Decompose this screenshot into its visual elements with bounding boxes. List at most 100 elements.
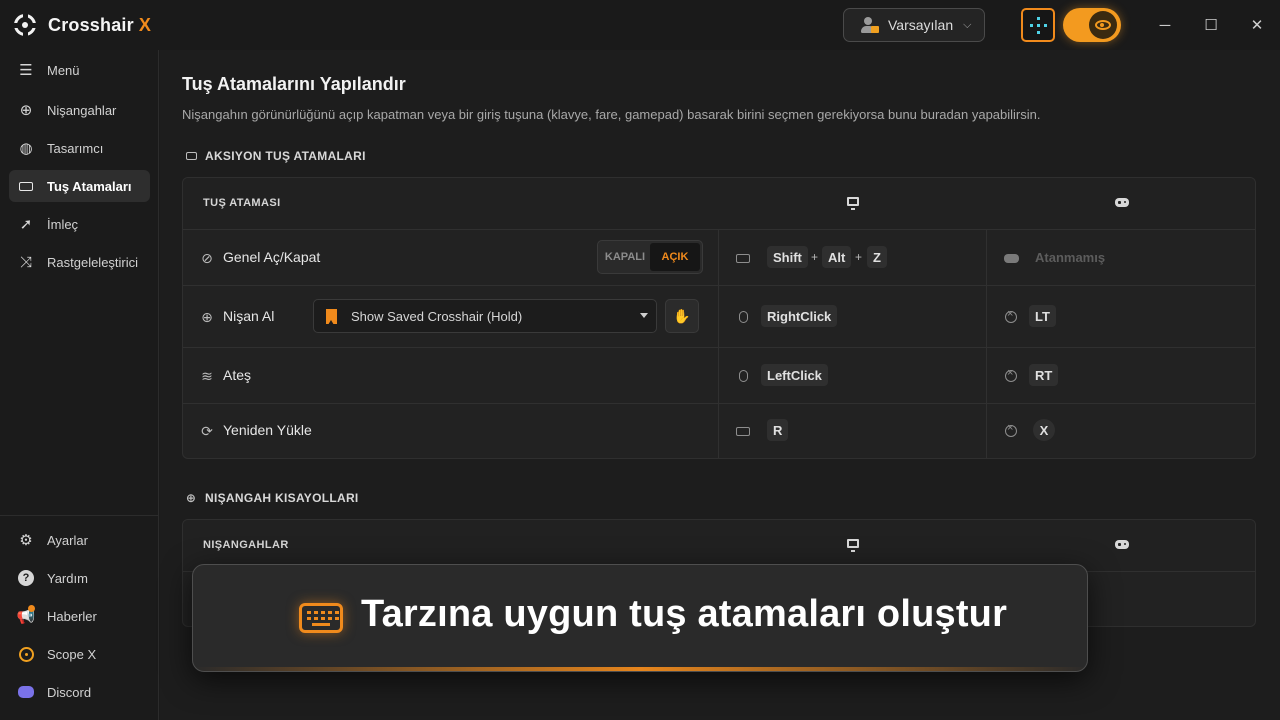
gamepad-icon bbox=[1115, 540, 1129, 549]
keycap[interactable]: Shift bbox=[767, 246, 808, 268]
page-title: Tuş Atamalarını Yapılandır bbox=[182, 74, 406, 94]
help-icon: ? bbox=[17, 569, 35, 587]
title-bar: Crosshair X Varsayılan ⌵ ─ ☐ ✕ bbox=[0, 0, 1280, 50]
column-header-crosshairs: NIŞANGAHLAR bbox=[203, 539, 289, 551]
sidebar-divider bbox=[0, 515, 159, 516]
gear-icon: ⚙ bbox=[19, 532, 33, 549]
user-lock-icon bbox=[860, 16, 879, 34]
scope-icon bbox=[17, 645, 35, 663]
xbox-icon bbox=[1003, 308, 1019, 325]
cursor-icon: ➚ bbox=[19, 216, 33, 233]
profile-label: Varsayılan bbox=[888, 17, 954, 33]
crosshair-icon: ⊕ bbox=[19, 102, 33, 119]
hand-icon: ✋ bbox=[673, 307, 691, 324]
mouse-icon bbox=[735, 368, 751, 384]
banner-glow-line bbox=[193, 667, 1087, 671]
notification-dot bbox=[28, 605, 35, 612]
keycap[interactable]: LeftClick bbox=[761, 364, 828, 386]
sidebar-item-settings[interactable]: ⚙ Ayarlar bbox=[9, 524, 150, 556]
crosshair-preview-button[interactable] bbox=[1021, 8, 1055, 42]
crosshair-visibility-toggle[interactable] bbox=[1063, 8, 1121, 42]
select-value: Show Saved Crosshair (Hold) bbox=[351, 308, 523, 324]
keycap[interactable]: Alt bbox=[822, 246, 852, 268]
discord-icon bbox=[17, 683, 35, 701]
keycap[interactable]: R bbox=[767, 419, 789, 441]
eye-icon bbox=[1095, 20, 1111, 30]
table-row: ⊕ Nişan Al Show Saved Crosshair (Hold) ✋… bbox=[183, 286, 1255, 348]
minimize-icon[interactable]: ─ bbox=[1150, 10, 1180, 40]
close-icon[interactable]: ✕ bbox=[1242, 10, 1272, 40]
bookmark-icon bbox=[326, 308, 337, 325]
toggle-off-button[interactable]: KAPALI bbox=[600, 243, 650, 271]
gamepad-icon bbox=[1003, 250, 1019, 266]
keyboard-icon bbox=[17, 177, 35, 195]
shuffle-icon: ⤨ bbox=[19, 253, 32, 271]
global-toggle-segment: KAPALI AÇIK bbox=[597, 240, 703, 274]
sidebar-item-label: Tuş Atamaları bbox=[47, 178, 132, 194]
reload-icon: ⟳ bbox=[201, 422, 213, 439]
aim-action-select[interactable]: Show Saved Crosshair (Hold) bbox=[313, 299, 657, 333]
mouse-icon bbox=[735, 309, 751, 325]
sidebar-item-label: Nişangahlar bbox=[47, 102, 117, 118]
sidebar-item-label: Discord bbox=[47, 684, 92, 700]
keycap[interactable]: X bbox=[1033, 419, 1055, 441]
page-subtitle: Nişangahın görünürlüğünü açıp kapatman v… bbox=[182, 107, 1041, 122]
sidebar-item-randomizer[interactable]: ⤨ Rastgeleleştirici bbox=[9, 246, 150, 278]
app-title: Crosshair X bbox=[48, 14, 152, 35]
chevron-down-icon: ⌵ bbox=[963, 18, 972, 31]
sidebar-item-label: Tasarımcı bbox=[47, 140, 104, 156]
keyboard-icon bbox=[299, 603, 343, 633]
sidebar-item-help[interactable]: ? Yardım bbox=[9, 562, 150, 594]
sidebar-item-designer[interactable]: ◍ Tasarımcı bbox=[9, 132, 150, 164]
section-heading-crosshair: ⊕ NIŞANGAH KISAYOLLARI bbox=[184, 491, 359, 505]
keyboard-icon bbox=[735, 423, 751, 439]
keyboard-icon bbox=[184, 149, 198, 163]
table-header-row: TUŞ ATAMASI bbox=[183, 178, 1255, 230]
keyboard-icon bbox=[735, 250, 751, 266]
profile-dropdown[interactable]: Varsayılan ⌵ bbox=[843, 8, 985, 42]
row-label: Ateş bbox=[223, 367, 252, 383]
row-label: Yeniden Yükle bbox=[223, 422, 312, 438]
sidebar-item-label: Scope X bbox=[47, 646, 97, 662]
sidebar-item-label: İmleç bbox=[47, 216, 79, 232]
unassigned-label[interactable]: Atanmamış bbox=[1035, 250, 1105, 265]
sidebar-item-keybindings[interactable]: Tuş Atamaları bbox=[9, 170, 150, 202]
keycap[interactable]: RightClick bbox=[761, 305, 838, 327]
hold-mode-button[interactable]: ✋ bbox=[665, 299, 699, 333]
section-heading-action: AKSIYON TUŞ ATAMALARI bbox=[184, 149, 366, 163]
sidebar-item-menu[interactable]: ☰ Menü bbox=[9, 54, 150, 86]
sidebar-item-label: Ayarlar bbox=[47, 532, 88, 548]
sidebar-item-label: Yardım bbox=[47, 570, 88, 586]
crosshair-icon: ⊕ bbox=[201, 308, 213, 325]
row-label: Nişan Al bbox=[223, 308, 275, 324]
sidebar-item-cursor[interactable]: ➚ İmleç bbox=[9, 208, 150, 240]
sidebar-item-crosshairs[interactable]: ⊕ Nişangahlar bbox=[9, 94, 150, 126]
keycap[interactable]: RT bbox=[1029, 364, 1059, 386]
promo-banner: Tarzına uygun tuş atamaları oluştur bbox=[192, 564, 1088, 672]
crosshair-logo-icon bbox=[13, 13, 37, 37]
toggle-knob bbox=[1089, 11, 1117, 39]
keycap[interactable]: LT bbox=[1029, 305, 1056, 327]
caret-down-icon bbox=[640, 313, 648, 318]
row-label: Genel Aç/Kapat bbox=[223, 249, 321, 265]
table-row: ⊘ Genel Aç/Kapat KAPALI AÇIK Shift + Alt… bbox=[183, 230, 1255, 286]
sidebar-item-label: Haberler bbox=[47, 608, 97, 624]
fire-icon: ≋ bbox=[201, 367, 213, 384]
keycap[interactable]: Z bbox=[867, 246, 887, 268]
plus-separator: + bbox=[855, 250, 863, 264]
action-keybind-table: TUŞ ATAMASI ⊘ Genel Aç/Kapat KAPALI AÇIK… bbox=[182, 177, 1256, 459]
sidebar-item-discord[interactable]: Discord bbox=[9, 676, 150, 708]
sidebar-item-label: Menü bbox=[47, 62, 80, 78]
monitor-icon bbox=[847, 197, 859, 210]
crosshair-icon: ⊕ bbox=[185, 491, 197, 505]
sidebar-item-scope-x[interactable]: Scope X bbox=[9, 638, 150, 670]
toggle-on-button[interactable]: AÇIK bbox=[650, 243, 700, 271]
palette-icon: ◍ bbox=[19, 140, 33, 157]
app-window: Crosshair X Varsayılan ⌵ ─ ☐ ✕ ☰ Menü ⊕ … bbox=[0, 0, 1280, 720]
sidebar: ☰ Menü ⊕ Nişangahlar ◍ Tasarımcı Tuş Ata… bbox=[0, 50, 159, 720]
eye-off-icon: ⊘ bbox=[201, 249, 213, 266]
table-row: ⟳ Yeniden Yükle R X bbox=[183, 404, 1255, 458]
xbox-icon bbox=[1003, 422, 1019, 439]
maximize-icon[interactable]: ☐ bbox=[1196, 10, 1226, 40]
sidebar-item-label: Rastgeleleştirici bbox=[47, 254, 139, 270]
